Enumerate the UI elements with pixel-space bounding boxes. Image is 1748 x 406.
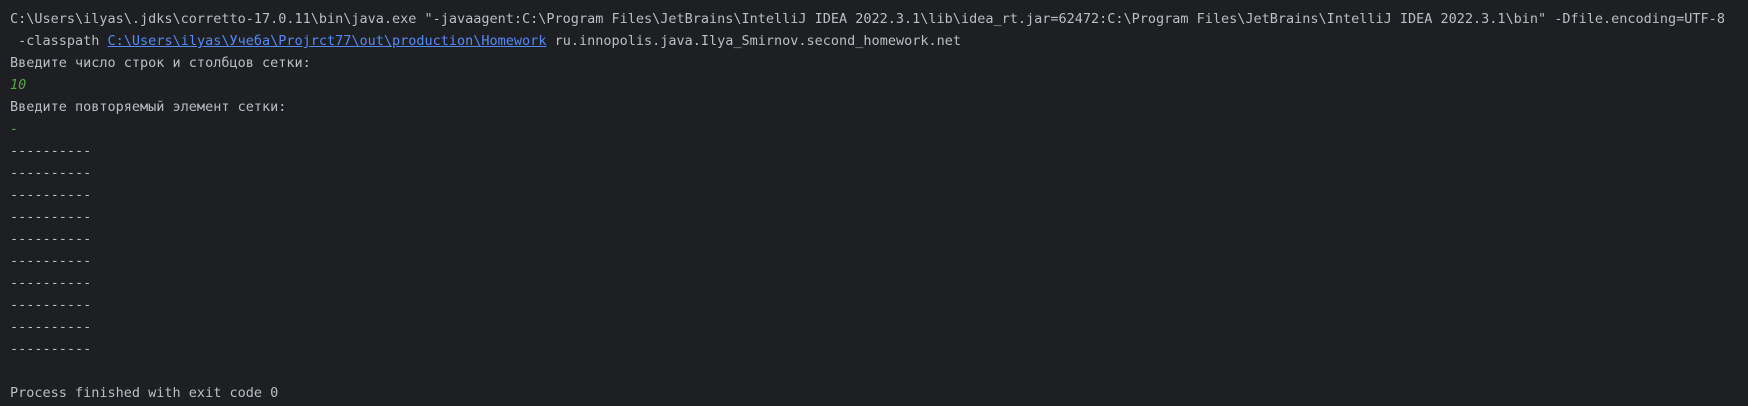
- grid-row: ----------: [10, 297, 92, 313]
- grid-row: ----------: [10, 253, 92, 269]
- classpath-link[interactable]: C:\Users\ilyas\Учеба\Projrct77\out\produ…: [108, 33, 547, 49]
- classpath-prefix: -classpath: [10, 33, 108, 49]
- grid-row: ----------: [10, 275, 92, 291]
- grid-row: ----------: [10, 165, 92, 181]
- grid-row: ----------: [10, 341, 92, 357]
- grid-row: ----------: [10, 319, 92, 335]
- exit-message: Process finished with exit code 0: [10, 385, 279, 401]
- main-class: ru.innopolis.java.Ilya_Smirnov.second_ho…: [546, 33, 961, 49]
- run-console[interactable]: C:\Users\ilyas\.jdks\corretto-17.0.11\bi…: [0, 0, 1748, 406]
- classpath-line: -classpath C:\Users\ilyas\Учеба\Projrct7…: [10, 30, 1748, 52]
- grid-row: ----------: [10, 209, 92, 225]
- prompt-element: Введите повторяемый элемент сетки:: [10, 99, 287, 115]
- grid-row: ----------: [10, 143, 92, 159]
- grid-row: ----------: [10, 231, 92, 247]
- user-input-element: -: [10, 121, 19, 137]
- grid-row: ----------: [10, 187, 92, 203]
- prompt-size: Введите число строк и столбцов сетки:: [10, 55, 311, 71]
- user-input-size: 10: [10, 77, 27, 93]
- java-command-line: C:\Users\ilyas\.jdks\corretto-17.0.11\bi…: [10, 11, 1725, 27]
